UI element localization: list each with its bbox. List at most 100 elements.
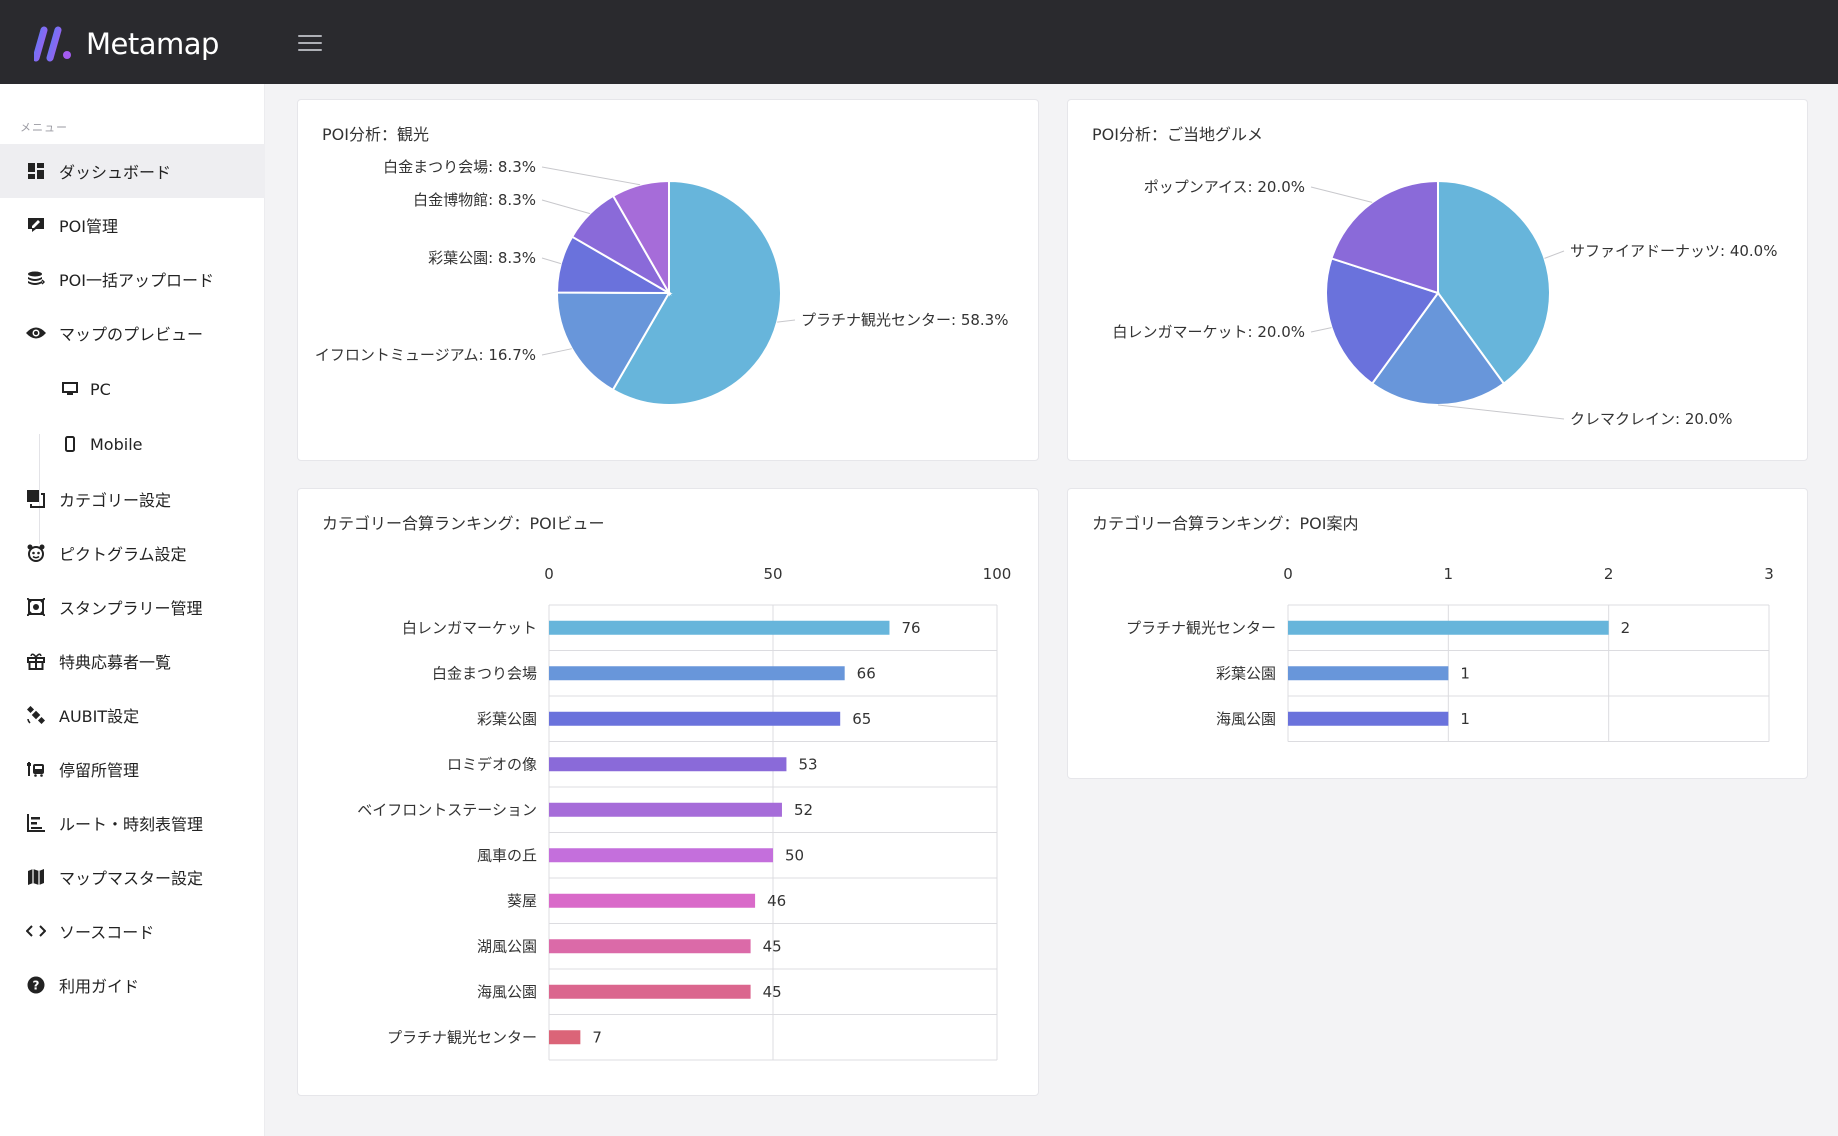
bar[interactable] (549, 848, 773, 863)
sidebar-item-label: 利用ガイド (59, 977, 140, 996)
pie-slice-label: 彩葉公園: 8.3% (428, 249, 536, 267)
sidebar-item-route-timetable[interactable]: ルート・時刻表管理 (0, 796, 265, 850)
sidebar-item-dashboard[interactable]: ダッシュボード (0, 144, 265, 198)
sidebar-item-label: ソースコード (59, 923, 155, 942)
bar[interactable] (1288, 666, 1449, 681)
sidebar-item-category[interactable]: カテゴリー設定 (0, 472, 265, 526)
category-label: 葵屋 (507, 892, 537, 910)
pie-slice-label: イフロントミュージアム: 16.7% (315, 346, 536, 364)
x-tick-label: 50 (763, 565, 782, 583)
sidebar-item-poi[interactable]: POI管理 (0, 198, 265, 252)
category-label: プラチナ観光センター (1126, 619, 1276, 637)
top-bar: Metamap (0, 0, 1838, 84)
gift-icon (26, 651, 46, 671)
bar[interactable] (549, 620, 890, 635)
dashboard-icon (26, 161, 46, 181)
pie-slice-label: 白金博物館: 8.3% (413, 191, 536, 209)
sidebar-item-label: 特典応募者一覧 (59, 653, 172, 672)
bar-value-label: 53 (798, 755, 817, 773)
sidebar-item-pictogram[interactable]: ピクトグラム設定 (0, 526, 265, 580)
svg-text:?: ? (33, 979, 40, 993)
category-icon (26, 489, 46, 509)
bar-value-label: 1 (1460, 710, 1470, 728)
sidebar-item-map-master[interactable]: マップマスター設定 (0, 850, 265, 904)
chart-card-ranking-views: カテゴリー合算ランキング：POIビュー 0 50 100 白レンガマーケット 76 白金ま… (297, 488, 1039, 1096)
pie-slice-label: 白金まつり会場: 8.3% (383, 158, 536, 176)
help-icon: ? (26, 975, 46, 995)
category-label: ロミデオの像 (447, 755, 537, 773)
sidebar-item-map-preview[interactable]: マップのプレビュー (0, 306, 265, 360)
pie-leader-line (541, 348, 572, 356)
x-tick-label: 1 (1444, 565, 1454, 583)
sidebar-item-mobile[interactable]: Mobile (0, 417, 265, 471)
category-label: 彩葉公園 (477, 710, 537, 728)
chart-card-ranking-guidance: カテゴリー合算ランキング：POI案内 0 1 2 3 プラチナ観光センター 2 彩葉公園 1 海… (1067, 488, 1808, 779)
category-label: 彩葉公園 (1216, 664, 1276, 682)
sidebar-item-poi-upload[interactable]: POI一括アップロード (0, 252, 265, 306)
pie-leader-line (1437, 404, 1565, 420)
pie-slice-label: サファイアドーナッツ: 40.0% (1570, 242, 1777, 260)
sidebar-item-label: カテゴリー設定 (59, 491, 172, 510)
pie-slice-label: プラチナ観光センター: 58.3% (801, 311, 1008, 329)
bar-chart-guidance: 0 1 2 3 プラチナ観光センター 2 彩葉公園 1 海風公園 1 (1126, 565, 1774, 742)
bus-stop-icon (26, 759, 46, 779)
pie-leader-line (1310, 327, 1332, 333)
bar[interactable] (549, 711, 841, 726)
sidebar-item-label: マップのプレビュー (59, 325, 204, 344)
pie-leader-line (541, 199, 591, 215)
sidebar-item-label: POI一括アップロード (59, 271, 214, 290)
timetable-icon (26, 813, 46, 833)
sidebar-item-stamp-rally[interactable]: スタンプラリー管理 (0, 580, 265, 634)
sidebar-item-aubit[interactable]: AUBIT設定 (0, 688, 265, 742)
stamp-icon (26, 597, 46, 617)
pie-slice-label: ポップンアイス: 20.0% (1144, 178, 1305, 196)
sidebar-item-pc[interactable]: PC (0, 362, 265, 416)
sidebar-item-guide[interactable]: ? 利用ガイド (0, 958, 265, 1012)
bar[interactable] (549, 666, 845, 681)
bar[interactable] (549, 939, 751, 954)
category-label: 湖風公園 (477, 937, 537, 955)
pie-chart-sightseeing: プラチナ観光センター: 58.3% イフロントミュージアム: 16.7% 彩葉公園:… (315, 158, 1008, 406)
bar-chart-views: 0 50 100 白レンガマーケット 76 白金まつり会場 66 彩葉公園 65 ロミデオの像 53… (357, 565, 1011, 1061)
bar[interactable] (1288, 620, 1609, 635)
sidebar-heading: メニュー (20, 121, 68, 134)
x-tick-label: 2 (1604, 565, 1614, 583)
sidebar-item-source-code[interactable]: ソースコード (0, 904, 265, 958)
sidebar-item-label: スタンプラリー管理 (59, 599, 203, 618)
sidebar-item-bus-stop[interactable]: 停留所管理 (0, 742, 265, 796)
code-icon (26, 921, 46, 941)
sidebar-item-label: ダッシュボード (59, 163, 172, 182)
menu-toggle-button[interactable] (298, 35, 322, 53)
pictogram-icon (26, 543, 46, 563)
pie-chart-gourmet: サファイアドーナッツ: 40.0% クレマクレイン: 20.0% 白レンガマーケット… (1113, 178, 1778, 428)
bar[interactable] (1288, 711, 1449, 726)
mobile-icon (60, 434, 80, 454)
bar[interactable] (549, 1030, 581, 1045)
sidebar: メニュー ダッシュボード POI管理 POI一括アップロード マップのプレビュー… (0, 84, 265, 1136)
bar-value-label: 76 (901, 619, 920, 637)
sidebar-item-applicants[interactable]: 特典応募者一覧 (0, 634, 265, 688)
pie-slice-label: 白レンガマーケット: 20.0% (1113, 323, 1305, 341)
stack-upload-icon (26, 269, 46, 289)
bar-value-label: 66 (857, 664, 876, 682)
app-logo[interactable]: Metamap (34, 24, 219, 64)
metamap-logo-icon (34, 26, 71, 62)
x-tick-label: 0 (1283, 565, 1293, 583)
pie-leader-line (1310, 186, 1373, 203)
bar[interactable] (549, 757, 787, 772)
sidebar-item-label: マップマスター設定 (59, 869, 204, 888)
bar[interactable] (549, 802, 782, 817)
bar[interactable] (549, 893, 756, 908)
sidebar-item-label: AUBIT設定 (59, 707, 140, 726)
sidebar-item-label: ピクトグラム設定 (59, 545, 187, 564)
bar-value-label: 45 (763, 937, 782, 955)
bar[interactable] (549, 984, 751, 999)
bar-value-label: 50 (785, 846, 804, 864)
pie-leader-line (541, 257, 562, 265)
bar-value-label: 2 (1621, 619, 1631, 637)
category-label: プラチナ観光センター (387, 1028, 537, 1046)
sidebar-item-label: ルート・時刻表管理 (59, 815, 204, 834)
x-tick-label: 0 (544, 565, 554, 583)
sidebar-item-label: 停留所管理 (59, 761, 140, 780)
pie-leader-line (1544, 250, 1565, 259)
